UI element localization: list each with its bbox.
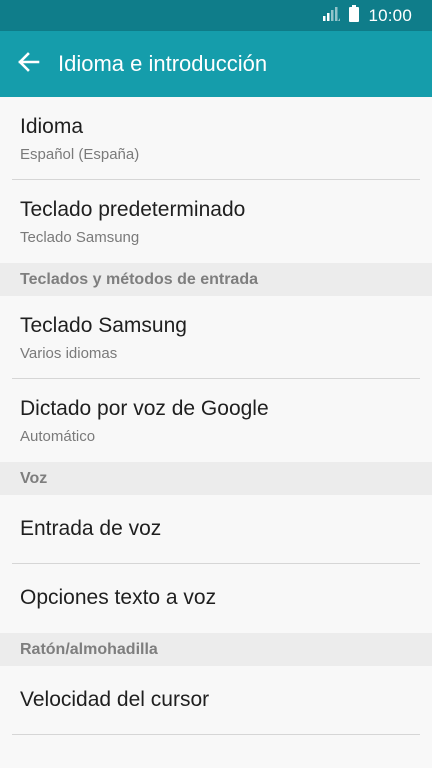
settings-list: Idioma Español (España) Teclado predeter… — [0, 97, 432, 735]
arrow-left-icon — [18, 51, 40, 77]
battery-icon — [349, 4, 360, 27]
item-title: Teclado Samsung — [20, 314, 187, 337]
item-subtitle: Varios idiomas — [20, 345, 118, 362]
list-item-tts-options[interactable]: Opciones texto a voz — [0, 564, 432, 633]
status-bar: 10:00 — [0, 0, 432, 31]
item-title: Idioma — [20, 115, 84, 138]
item-title: Entrada de voz — [20, 517, 162, 540]
status-time: 10:00 — [368, 5, 412, 25]
item-title: Dictado por voz de Google — [20, 397, 269, 420]
divider — [12, 734, 420, 735]
item-subtitle: Automático — [20, 428, 96, 445]
item-title: Opciones texto a voz — [20, 586, 217, 609]
list-item-idioma[interactable]: Idioma Español (España) — [0, 97, 432, 180]
item-title: Velocidad del cursor — [20, 688, 210, 711]
section-header-voice: Voz — [0, 462, 432, 495]
back-button[interactable] — [10, 45, 48, 83]
section-label: Voz — [20, 470, 48, 487]
list-item-google-voice-typing[interactable]: Dictado por voz de Google Automático — [0, 379, 432, 462]
signal-icon — [323, 6, 341, 26]
section-header-keyboards: Teclados y métodos de entrada — [0, 263, 432, 296]
item-title: Teclado predeterminado — [20, 198, 246, 221]
item-subtitle: Español (España) — [20, 146, 140, 163]
section-label: Ratón/almohadilla — [20, 641, 158, 658]
list-item-voice-input[interactable]: Entrada de voz — [0, 495, 432, 564]
page-title: Idioma e introducción — [58, 51, 268, 76]
list-item-pointer-speed[interactable]: Velocidad del cursor — [0, 666, 432, 735]
list-item-default-keyboard[interactable]: Teclado predeterminado Teclado Samsung — [0, 180, 432, 263]
status-icons: 10:00 — [323, 0, 412, 31]
item-subtitle: Teclado Samsung — [20, 229, 140, 246]
app-bar: Idioma e introducción — [0, 31, 432, 97]
section-header-mouse: Ratón/almohadilla — [0, 633, 432, 666]
list-item-samsung-keyboard[interactable]: Teclado Samsung Varios idiomas — [0, 296, 432, 379]
section-label: Teclados y métodos de entrada — [20, 271, 258, 288]
